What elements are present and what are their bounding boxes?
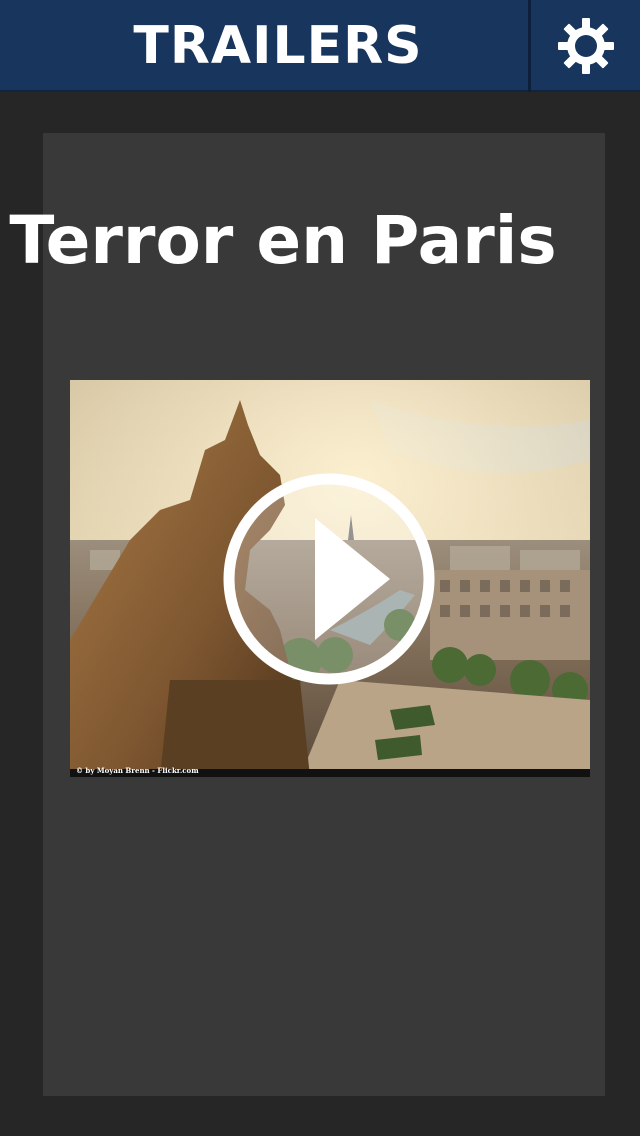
play-button[interactable]: [222, 472, 436, 686]
trailer-title: Terror en Paris: [9, 202, 557, 279]
play-icon: [223, 473, 435, 685]
photo-credit: © by Moyan Brenn - Flickr.com: [76, 766, 199, 775]
settings-button[interactable]: [531, 0, 640, 92]
header-title: TRAILERS: [133, 16, 423, 76]
app-header: TRAILERS: [0, 0, 640, 92]
gear-icon: [557, 18, 614, 74]
